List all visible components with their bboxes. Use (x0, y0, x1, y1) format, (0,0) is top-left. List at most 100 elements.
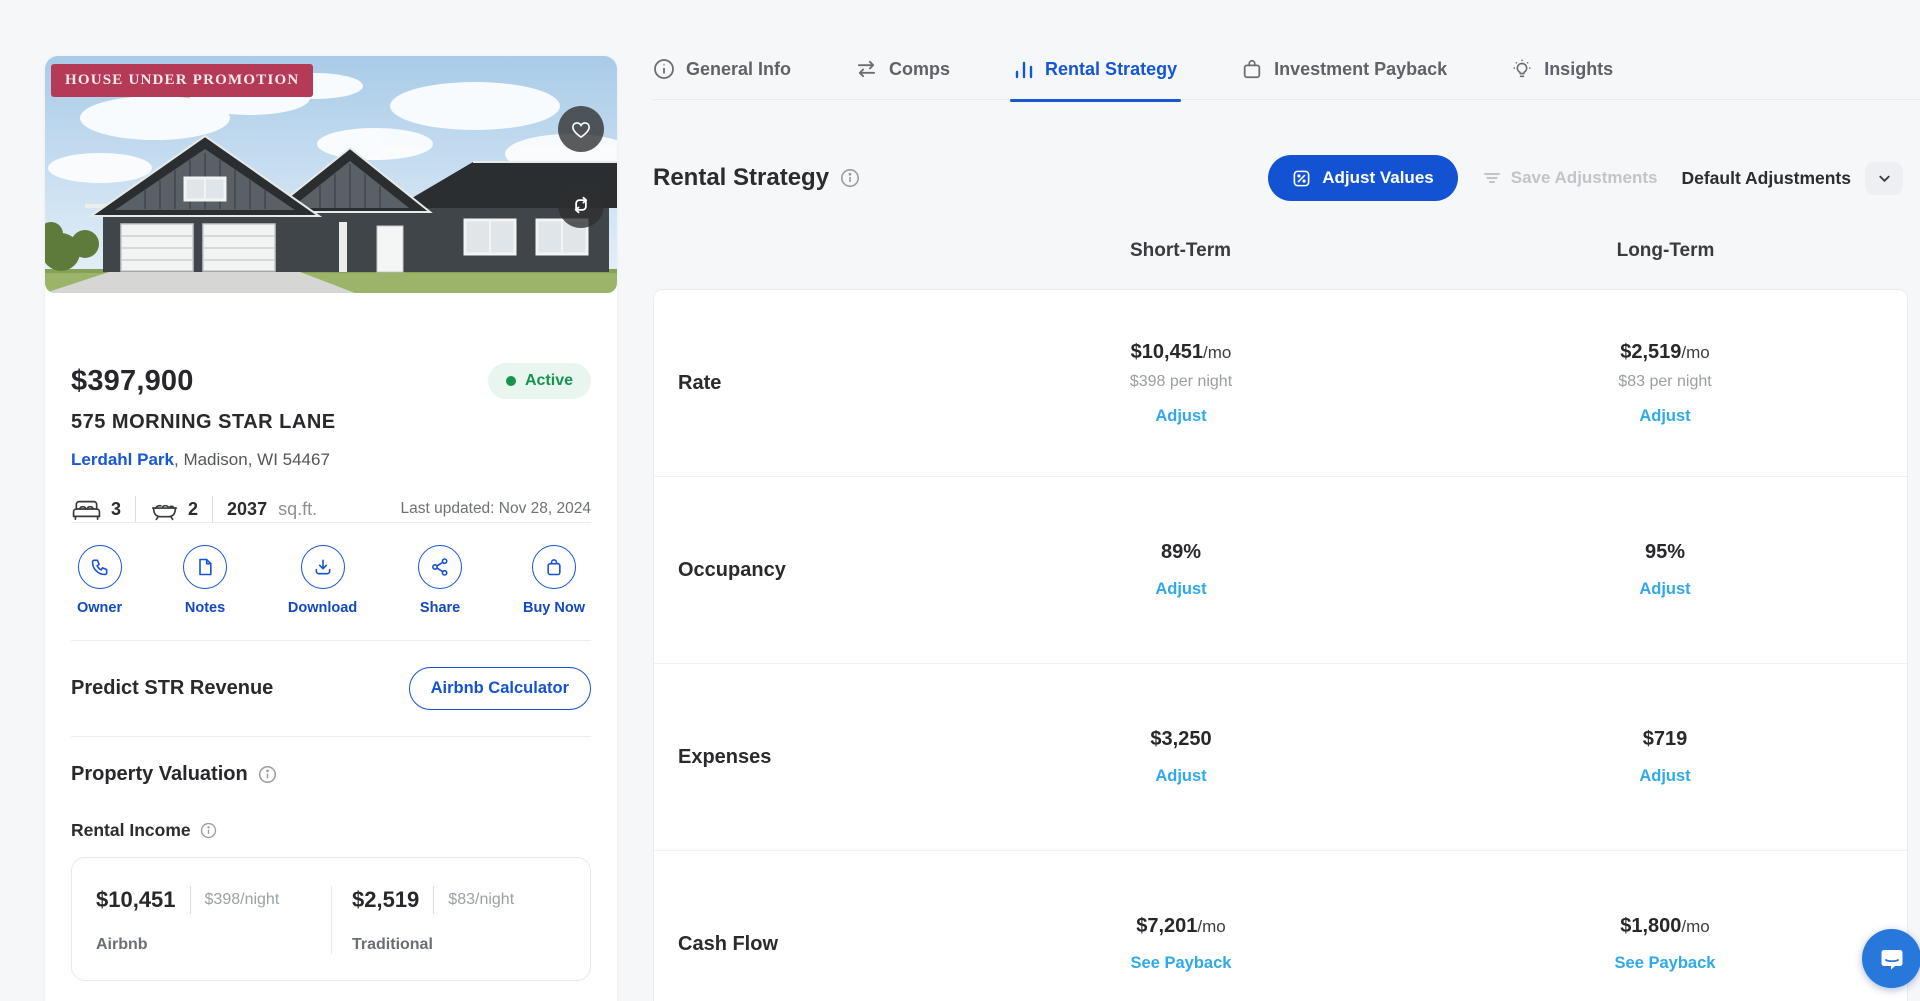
promotion-badge: HOUSE UNDER PROMOTION (51, 64, 313, 97)
occupancy-long-term-cell: 95% Adjust (1423, 541, 1907, 599)
tab-label: Insights (1544, 59, 1613, 80)
baths-stat: 2 (150, 497, 198, 521)
see-payback-link[interactable]: See Payback (1131, 954, 1232, 973)
cash-flow-value: $1,800 (1620, 915, 1681, 937)
tab-insights[interactable]: Insights (1511, 58, 1613, 80)
beds-stat: 3 (71, 497, 121, 521)
adjust-values-label: Adjust Values (1322, 168, 1433, 188)
city-state-text: , Madison, WI 54467 (174, 450, 330, 469)
notes-button[interactable]: Notes (183, 545, 227, 616)
tab-investment-payback[interactable]: Investment Payback (1241, 58, 1447, 80)
strategy-header: Rental Strategy Adjust Values Save Adjus… (653, 155, 1903, 201)
bath-icon (150, 497, 179, 521)
adjust-percent-icon (1292, 169, 1311, 188)
occupancy-value: 89% (1161, 541, 1201, 563)
status-label: Active (525, 372, 573, 390)
airbnb-income-label: Airbnb (96, 936, 311, 954)
neighborhood-link[interactable]: Lerdahl Park (71, 450, 174, 469)
adjust-link[interactable]: Adjust (1639, 407, 1690, 426)
table-row-occupancy: Occupancy 89% Adjust 95% Adjust (654, 477, 1907, 664)
long-term-column-header: Long-Term (1423, 240, 1908, 262)
stat-divider (212, 496, 213, 522)
property-stats: 3 2 2037 sq.ft. Last upda (71, 496, 591, 522)
traditional-income-group: $2,519 $83/night Traditional (331, 886, 586, 954)
predict-str-title: Predict STR Revenue (71, 677, 273, 700)
rate-long-term-cell: $2,519/mo $83 per night Adjust (1423, 341, 1907, 426)
rental-income-title: Rental Income (71, 820, 191, 841)
chevron-down-icon (1877, 171, 1892, 186)
area-stat: 2037 sq.ft. (227, 499, 317, 520)
favorite-button[interactable] (558, 106, 604, 152)
phone-icon (78, 545, 122, 589)
save-adjustments-button[interactable]: Save Adjustments (1482, 168, 1658, 188)
expenses-value: $3,250 (1150, 728, 1211, 750)
adjust-link[interactable]: Adjust (1639, 580, 1690, 599)
row-label: Rate (654, 372, 939, 395)
adjust-link[interactable]: Adjust (1155, 580, 1206, 599)
area-unit: sq.ft. (278, 499, 317, 520)
chat-bubble-icon (1878, 945, 1906, 973)
predict-str-section: Predict STR Revenue Airbnb Calculator (71, 641, 591, 736)
short-term-column-header: Short-Term (938, 240, 1423, 262)
shopping-bag-icon (532, 545, 576, 589)
property-card-body: $397,900 Active 575 MORNING STAR LANE Le… (45, 363, 617, 981)
status-badge: Active (488, 363, 591, 399)
save-adjustments-label: Save Adjustments (1511, 168, 1658, 188)
download-button[interactable]: Download (288, 545, 357, 616)
tab-general-info[interactable]: General Info (653, 58, 791, 80)
airbnb-calculator-button[interactable]: Airbnb Calculator (409, 667, 591, 710)
owner-button[interactable]: Owner (77, 545, 122, 616)
compare-button[interactable] (558, 182, 604, 228)
adjust-values-button[interactable]: Adjust Values (1268, 155, 1457, 201)
adjust-link[interactable]: Adjust (1155, 767, 1206, 786)
filter-lines-icon (1482, 169, 1502, 187)
rate-sub-value: $398 per night (1130, 373, 1232, 391)
cash-flow-short-term-cell: $7,201/mo See Payback (939, 915, 1423, 973)
tab-label: Investment Payback (1274, 59, 1447, 80)
expenses-value: $719 (1643, 728, 1688, 750)
traditional-nightly-rate: $83/night (448, 891, 514, 909)
tab-comps[interactable]: Comps (855, 58, 950, 80)
rate-value: $2,519 (1620, 341, 1681, 363)
airbnb-nightly-rate: $398/night (205, 891, 280, 909)
rental-income-card: $10,451 $398/night Airbnb $2,519 $83/nig… (71, 857, 591, 981)
beds-count: 3 (111, 499, 121, 520)
adjust-link[interactable]: Adjust (1155, 407, 1206, 426)
valuation-info-icon[interactable] (258, 765, 277, 784)
cash-flow-suffix: /mo (1197, 917, 1225, 936)
area-value: 2037 (227, 499, 267, 520)
heart-icon (568, 116, 594, 142)
chat-launcher-button[interactable] (1862, 929, 1920, 988)
status-dot-icon (506, 376, 516, 386)
adjust-link[interactable]: Adjust (1639, 767, 1690, 786)
property-address: 575 MORNING STAR LANE (71, 411, 591, 434)
bar-chart-icon (1014, 58, 1034, 80)
airbnb-income-group: $10,451 $398/night Airbnb (76, 886, 331, 954)
cash-flow-suffix: /mo (1681, 917, 1709, 936)
spacer (653, 240, 938, 262)
lightbulb-icon (1511, 58, 1533, 80)
rate-suffix: /mo (1203, 343, 1231, 362)
tab-rental-strategy[interactable]: Rental Strategy (1014, 58, 1177, 80)
see-payback-link[interactable]: See Payback (1615, 954, 1716, 973)
rental-income-info-icon[interactable] (200, 822, 217, 839)
page-title: Rental Strategy (653, 164, 829, 192)
adjustments-dropdown-button[interactable] (1865, 162, 1903, 195)
share-button[interactable]: Share (418, 545, 462, 616)
detail-tabs: General Info Comps Rental Strategy Inves… (653, 58, 1920, 100)
airbnb-income-amount: $10,451 (96, 887, 176, 913)
rate-short-term-cell: $10,451/mo $398 per night Adjust (939, 341, 1423, 426)
divider (190, 886, 191, 914)
strategy-info-icon[interactable] (840, 168, 860, 188)
rate-sub-value: $83 per night (1618, 373, 1711, 391)
baths-count: 2 (188, 499, 198, 520)
share-label: Share (420, 600, 460, 616)
property-location: Lerdahl Park, Madison, WI 54467 (71, 450, 591, 470)
table-row-expenses: Expenses $3,250 Adjust $719 Adjust (654, 664, 1907, 851)
expenses-long-term-cell: $719 Adjust (1423, 728, 1907, 786)
divider (433, 886, 434, 914)
buy-now-button[interactable]: Buy Now (523, 545, 585, 616)
divider (71, 736, 591, 737)
rental-strategy-page: HOUSE UNDER PROMOTION $397,900 Active (0, 0, 1920, 1001)
strategy-column-headers: Short-Term Long-Term (653, 240, 1908, 262)
